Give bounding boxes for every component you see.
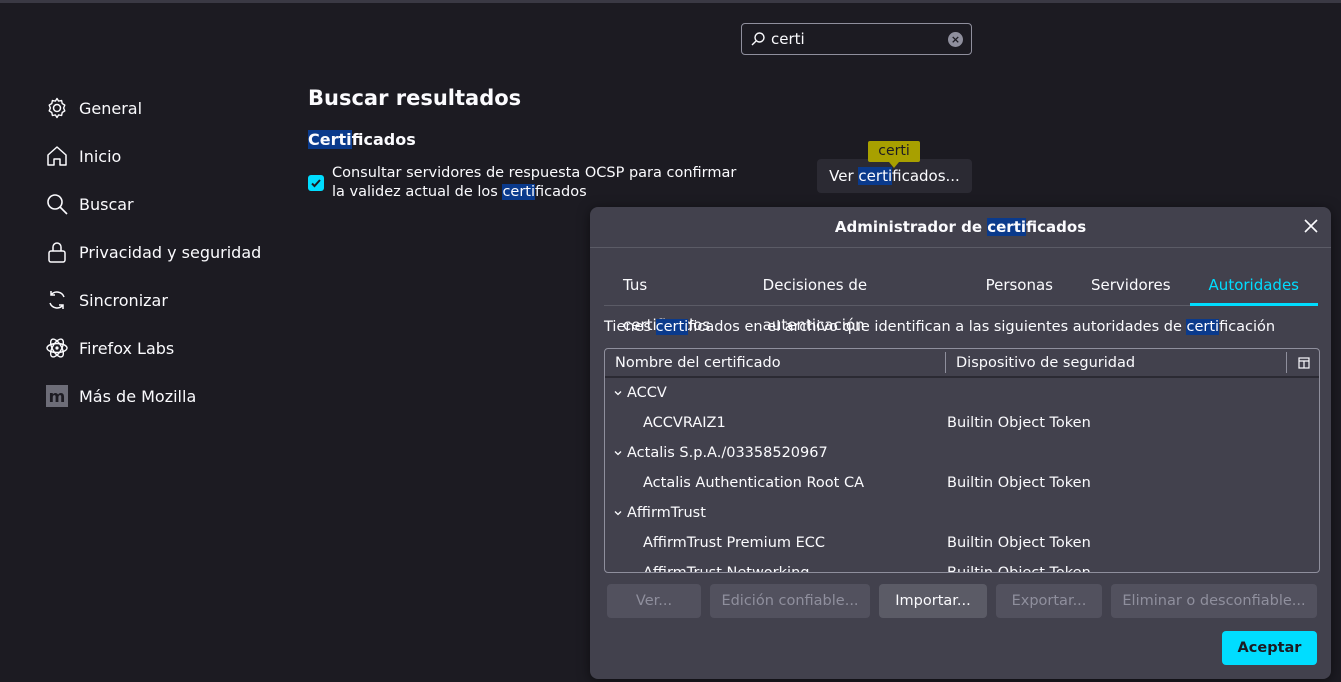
clear-search-icon[interactable]: × bbox=[948, 32, 963, 47]
sidebar-item-sincronizar[interactable]: Sincronizar bbox=[44, 276, 284, 324]
tree-row[interactable]: AffirmTrust Networking Builtin Object To… bbox=[605, 558, 1319, 573]
search-input[interactable]: certi × bbox=[741, 23, 972, 55]
search-match-tooltip: certi bbox=[868, 141, 920, 168]
cert-org-name: Actalis S.p.A./03358520967 bbox=[627, 445, 828, 461]
desc-part2: ficados en el archivo que identifican a … bbox=[688, 319, 1187, 335]
import-button[interactable]: Importar... bbox=[879, 584, 987, 618]
gear-icon bbox=[44, 95, 70, 121]
dialog-title: Administrador de certificados bbox=[590, 218, 1331, 236]
view-button[interactable]: Ver... bbox=[607, 584, 701, 618]
certificate-tree[interactable]: Nombre del certificado Dispositivo de se… bbox=[604, 348, 1320, 573]
tree-row[interactable]: ACCV bbox=[605, 378, 1319, 408]
delete-distrust-button[interactable]: Eliminar o desconfiable... bbox=[1111, 584, 1317, 618]
cert-org-name: AffirmTrust bbox=[627, 505, 706, 521]
section-title: Certificados bbox=[308, 130, 416, 149]
column-picker-icon[interactable] bbox=[1298, 357, 1310, 369]
sidebar-item-label: Sincronizar bbox=[79, 290, 168, 310]
cert-device: Builtin Object Token bbox=[947, 415, 1091, 431]
tree-row[interactable]: AffirmTrust Premium ECC Builtin Object T… bbox=[605, 528, 1319, 558]
export-button[interactable]: Exportar... bbox=[996, 584, 1102, 618]
tree-rows: ACCV ACCVRAIZ1 Builtin Object Token Acta… bbox=[605, 378, 1319, 573]
ocsp-label-part2: ficados bbox=[535, 184, 587, 200]
dialog-header: Administrador de certificados bbox=[590, 207, 1331, 248]
search-highlight: certi bbox=[655, 319, 689, 335]
cert-device: Builtin Object Token bbox=[947, 475, 1091, 491]
close-icon[interactable] bbox=[1302, 217, 1320, 235]
cert-name: ACCVRAIZ1 bbox=[643, 415, 726, 431]
svg-text:m: m bbox=[49, 387, 66, 406]
cert-org-name: ACCV bbox=[627, 385, 667, 401]
chevron-down-icon[interactable] bbox=[613, 388, 623, 398]
tree-header: Nombre del certificado Dispositivo de se… bbox=[605, 349, 1319, 378]
chevron-down-icon[interactable] bbox=[613, 508, 623, 518]
dialog-title-pre: Administrador de bbox=[834, 218, 988, 236]
view-certificates-pre: Ver bbox=[829, 167, 859, 185]
sidebar-item-label: Privacidad y seguridad bbox=[79, 242, 262, 262]
section-title-rest: ficados bbox=[351, 130, 416, 149]
ok-button[interactable]: Aceptar bbox=[1222, 631, 1317, 665]
tree-row[interactable]: AffirmTrust bbox=[605, 498, 1319, 528]
view-certificates-post: ficados... bbox=[892, 167, 960, 185]
search-highlight: Certi bbox=[308, 130, 352, 149]
certificate-manager-dialog: Administrador de certificados Tus certif… bbox=[590, 207, 1331, 679]
cert-name: AffirmTrust Premium ECC bbox=[643, 535, 826, 551]
column-header-name[interactable]: Nombre del certificado bbox=[605, 352, 946, 373]
ocsp-label: Consultar servidores de respuesta OCSP p… bbox=[332, 164, 738, 202]
column-header-device[interactable]: Dispositivo de seguridad bbox=[946, 352, 1287, 373]
sidebar: General Inicio Buscar Privacidad y segur… bbox=[44, 84, 284, 420]
sidebar-item-label: Firefox Labs bbox=[79, 338, 175, 358]
ocsp-checkbox[interactable] bbox=[308, 175, 324, 191]
chevron-down-icon[interactable] bbox=[613, 448, 623, 458]
cert-name: Actalis Authentication Root CA bbox=[643, 475, 864, 491]
cert-device: Builtin Object Token bbox=[947, 535, 1091, 551]
dialog-title-post: ficados bbox=[1026, 218, 1087, 236]
labs-icon bbox=[44, 335, 70, 361]
tree-row[interactable]: Actalis S.p.A./03358520967 bbox=[605, 438, 1319, 468]
tab-servidores[interactable]: Servidores bbox=[1072, 265, 1190, 305]
desc-part1: Tienes bbox=[604, 319, 656, 335]
search-highlight: certi bbox=[1186, 319, 1220, 335]
edit-trust-button[interactable]: Edición confiable... bbox=[710, 584, 870, 618]
search-highlight: certi bbox=[858, 167, 893, 185]
window-top-border bbox=[0, 0, 1341, 3]
search-highlight: certi bbox=[987, 218, 1027, 236]
cert-device: Builtin Object Token bbox=[947, 565, 1091, 573]
tree-row[interactable]: Actalis Authentication Root CA Builtin O… bbox=[605, 468, 1319, 498]
tab-bar: Tus certificados Decisiones de autentica… bbox=[604, 265, 1319, 334]
lock-icon bbox=[44, 239, 70, 265]
desc-part3: ficación bbox=[1219, 319, 1276, 335]
ocsp-setting: Consultar servidores de respuesta OCSP p… bbox=[308, 164, 738, 202]
tab-tus-certificados[interactable]: Tus certificados bbox=[604, 265, 744, 334]
authorities-description: Tienes certificados en el archivo que id… bbox=[604, 319, 1275, 335]
sidebar-item-label: Más de Mozilla bbox=[79, 386, 197, 406]
certificate-actions: Ver... Edición confiable... Importar... … bbox=[607, 584, 1326, 618]
sidebar-item-label: Buscar bbox=[79, 194, 134, 214]
checkmark-icon bbox=[311, 179, 321, 188]
sidebar-item-inicio[interactable]: Inicio bbox=[44, 132, 284, 180]
sidebar-item-privacidad[interactable]: Privacidad y seguridad bbox=[44, 228, 284, 276]
sidebar-item-label: General bbox=[79, 98, 143, 118]
sync-icon bbox=[44, 287, 70, 313]
page-title: Buscar resultados bbox=[308, 86, 522, 110]
search-value: certi bbox=[771, 30, 805, 48]
tab-decisiones-autenticacion[interactable]: Decisiones de autenticación bbox=[744, 265, 967, 334]
sidebar-item-general[interactable]: General bbox=[44, 84, 284, 132]
tab-autoridades[interactable]: Autoridades bbox=[1189, 265, 1319, 306]
search-highlight: certi bbox=[502, 184, 536, 200]
tab-personas[interactable]: Personas bbox=[967, 265, 1072, 305]
search-icon bbox=[751, 32, 765, 46]
sidebar-item-firefox-labs[interactable]: Firefox Labs bbox=[44, 324, 284, 372]
home-icon bbox=[44, 143, 70, 169]
search-icon bbox=[44, 191, 70, 217]
sidebar-item-mas-de-mozilla[interactable]: m Más de Mozilla bbox=[44, 372, 284, 420]
sidebar-item-buscar[interactable]: Buscar bbox=[44, 180, 284, 228]
mozilla-icon: m bbox=[44, 383, 70, 409]
sidebar-item-label: Inicio bbox=[79, 146, 122, 166]
tree-row[interactable]: ACCVRAIZ1 Builtin Object Token bbox=[605, 408, 1319, 438]
cert-name: AffirmTrust Networking bbox=[643, 565, 810, 573]
